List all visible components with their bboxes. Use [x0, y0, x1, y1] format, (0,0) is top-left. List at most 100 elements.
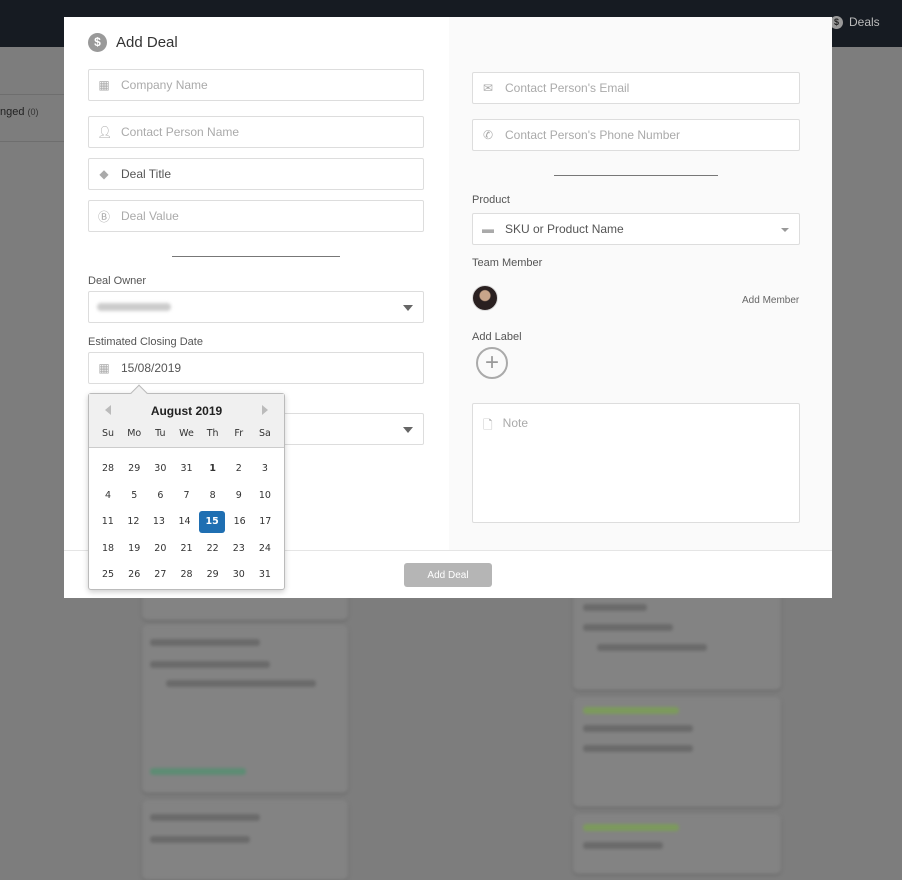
value: 15/08/2019 — [121, 361, 182, 375]
closing-date-label: Estimated Closing Date — [88, 336, 203, 348]
envelope-icon: ✉ — [482, 81, 494, 95]
calendar-icon: ▦ — [98, 361, 110, 375]
calendar-day[interactable]: 9 — [226, 485, 252, 507]
month-title: August 2019 — [150, 404, 223, 418]
calendar-day[interactable]: 14 — [172, 511, 198, 533]
stage-tab-count: (0) — [27, 107, 39, 117]
calendar-day[interactable]: 31 — [252, 564, 278, 586]
calendar-day[interactable]: 28 — [95, 458, 121, 480]
email-input[interactable]: ✉ Contact Person's Email — [472, 72, 800, 104]
team-member-label: Team Member — [472, 257, 543, 269]
product-label: Product — [472, 194, 510, 206]
weekday-header: Th — [206, 428, 219, 439]
contact-person-name-input[interactable]: 👤︎ Contact Person Name — [88, 116, 424, 148]
calendar-day[interactable]: 20 — [147, 538, 173, 560]
user-icon: 👤︎ — [97, 125, 113, 139]
calendar-day[interactable]: 19 — [121, 538, 147, 560]
divider — [172, 256, 340, 257]
calendar-day[interactable]: 2 — [226, 458, 252, 480]
calendar-day[interactable]: 4 — [95, 485, 121, 507]
calendar-day[interactable]: 27 — [147, 564, 173, 586]
next-month-icon[interactable] — [262, 405, 268, 415]
note-textarea[interactable]: 🗋︎ Note — [472, 403, 800, 523]
calendar-day[interactable]: 16 — [227, 511, 253, 533]
modal-title: $ Add Deal — [88, 33, 178, 52]
divider — [554, 175, 718, 176]
document-icon: 🗋︎ — [483, 418, 493, 432]
calendar-day[interactable]: 26 — [121, 564, 147, 586]
deal-value-input[interactable]: Ⓑ Deal Value — [88, 200, 424, 232]
calendar-week: 25 26 27 28 29 30 31 — [95, 562, 278, 589]
calendar-day[interactable]: 8 — [200, 485, 226, 507]
deal-owner-label: Deal Owner — [88, 275, 147, 287]
calendar-day[interactable]: 13 — [146, 511, 172, 533]
phone-icon: ✆ — [482, 128, 494, 142]
calendar-week: 18 19 20 21 22 23 24 — [95, 536, 278, 563]
value: Deal Title — [121, 167, 172, 181]
calendar-day[interactable]: 31 — [173, 458, 199, 480]
nav-deals[interactable]: $ Deals — [830, 15, 880, 29]
placeholder: Contact Person's Email — [505, 81, 630, 95]
calendar-day[interactable]: 3 — [252, 458, 278, 480]
deal-owner-value-redacted — [97, 303, 171, 311]
weekday-header: Su — [102, 428, 115, 439]
calendar-day[interactable]: 17 — [252, 511, 278, 533]
weekday-header: Tu — [155, 428, 166, 439]
calendar-week: 4 5 6 7 8 9 10 — [95, 483, 278, 510]
company-name-input[interactable]: ▦ Company Name — [88, 69, 424, 101]
add-label-button[interactable]: + — [476, 347, 508, 379]
datepicker: August 2019 Su Mo Tu We Th Fr Sa 28 29 30 31 1 2 3 4 5… — [88, 384, 285, 590]
deal-owner-select[interactable] — [88, 291, 424, 323]
bg-deal-card — [573, 590, 781, 690]
calendar-day[interactable]: 30 — [226, 564, 252, 586]
deal-title-input[interactable]: ◆ Deal Title — [88, 158, 424, 190]
datepicker-header: August 2019 Su Mo Tu We Th Fr Sa — [89, 394, 284, 448]
caret-down-icon — [403, 427, 413, 433]
calendar-day[interactable]: 30 — [147, 458, 173, 480]
bg-deal-card — [142, 800, 348, 880]
calendar-day[interactable]: 5 — [121, 485, 147, 507]
calendar-day[interactable]: 6 — [147, 485, 173, 507]
caret-down-icon — [781, 228, 789, 232]
nav-deals-label: Deals — [849, 15, 880, 29]
calendar-day[interactable]: 22 — [200, 538, 226, 560]
product-select[interactable]: ▬ SKU or Product Name — [472, 213, 800, 245]
calendar-day[interactable]: 25 — [95, 564, 121, 586]
placeholder: Contact Person's Phone Number — [505, 128, 681, 142]
calendar-day[interactable]: 15 — [199, 511, 225, 534]
calendar-day[interactable]: 12 — [121, 511, 147, 533]
calendar-day[interactable]: 7 — [173, 485, 199, 507]
phone-input[interactable]: ✆ Contact Person's Phone Number — [472, 119, 800, 151]
calendar-day[interactable]: 28 — [173, 564, 199, 586]
box-icon: ▬ — [482, 222, 494, 236]
calendar-day[interactable]: 29 — [200, 564, 226, 586]
add-member-link[interactable]: Add Member — [742, 295, 799, 306]
placeholder: Deal Value — [121, 209, 179, 223]
baht-icon: Ⓑ — [97, 209, 110, 224]
calendar-week: 28 29 30 31 1 2 3 — [95, 456, 278, 483]
calendar-day[interactable]: 10 — [252, 485, 278, 507]
add-label-label: Add Label — [472, 331, 522, 343]
bg-deal-card — [142, 625, 348, 793]
placeholder: Company Name — [121, 78, 208, 92]
placeholder: Contact Person Name — [121, 125, 240, 139]
bg-deal-card — [573, 814, 781, 874]
calendar-day[interactable]: 11 — [95, 511, 121, 533]
calendar-day[interactable]: 21 — [173, 538, 199, 560]
weekday-header: Sa — [258, 428, 271, 439]
calendar-day[interactable]: 23 — [226, 538, 252, 560]
modal-title-text: Add Deal — [116, 34, 178, 51]
dollar-icon: $ — [88, 33, 107, 52]
calendar-week: 11 12 13 14 15 16 17 — [95, 509, 278, 536]
stage-tab: nged (0) — [0, 94, 64, 142]
calendar-day[interactable]: 18 — [95, 538, 121, 560]
calendar-day[interactable]: 24 — [252, 538, 278, 560]
caret-down-icon — [403, 305, 413, 311]
add-deal-button[interactable]: Add Deal — [404, 563, 492, 587]
weekday-header: Mo — [127, 428, 142, 439]
calendar-day[interactable]: 1 — [200, 458, 226, 480]
weekday-header: Fr — [234, 428, 244, 439]
closing-date-input[interactable]: ▦ 15/08/2019 — [88, 352, 424, 384]
calendar-day[interactable]: 29 — [121, 458, 147, 480]
tag-icon: ◆ — [99, 167, 109, 181]
